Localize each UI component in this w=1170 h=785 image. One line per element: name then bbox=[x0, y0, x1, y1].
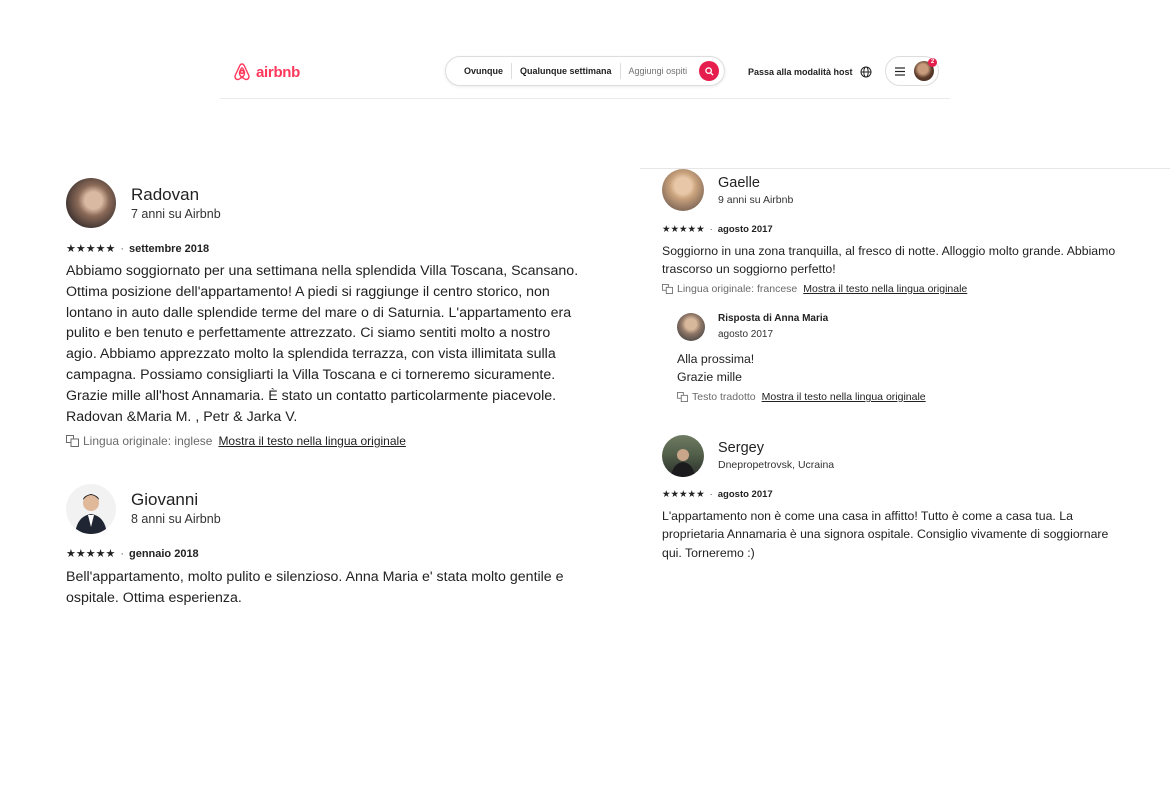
rating-stars: ★★★★★ bbox=[662, 224, 705, 235]
show-original-link[interactable]: Mostra il testo nella lingua originale bbox=[218, 434, 405, 448]
response-date: agosto 2017 bbox=[718, 329, 774, 340]
review-text-line: Grazie mille all'host Annamaria. È stato… bbox=[66, 387, 557, 404]
search-guests[interactable]: Aggiungi ospiti bbox=[621, 66, 696, 76]
review-text-line: trascorso un soggiorno perfetto! bbox=[662, 262, 836, 277]
translation-row: Lingua originale: inglese Mostra il test… bbox=[66, 434, 406, 448]
reviewer-name: Gaelle bbox=[718, 175, 760, 191]
reviewer-name: Radovan bbox=[131, 185, 200, 204]
person-icon bbox=[671, 449, 695, 477]
hamburger-icon bbox=[895, 66, 905, 76]
translated-label: Testo tradotto bbox=[692, 391, 756, 403]
column-divider bbox=[640, 168, 1170, 169]
reviewer-avatar[interactable] bbox=[66, 178, 116, 228]
search-when[interactable]: Qualunque settimana bbox=[512, 66, 620, 76]
review-text-line: lontano in auto dalle splendide terme de… bbox=[66, 304, 572, 321]
notification-badge: 2 bbox=[928, 58, 937, 67]
translate-icon bbox=[66, 435, 79, 447]
show-original-link[interactable]: Mostra il testo nella lingua originale bbox=[803, 283, 967, 295]
rating-stars: ★★★★★ bbox=[662, 489, 705, 500]
top-nav: airbnb Ovunque Qualunque settimana Aggiu… bbox=[220, 50, 950, 99]
reviewer-meta: 9 anni su Airbnb bbox=[718, 194, 794, 206]
review-text-line: Abbiamo soggiornato per una settimana ne… bbox=[66, 263, 579, 279]
original-language: Lingua originale: inglese bbox=[83, 434, 213, 448]
review-text-line: campagna. Possiamo consigliarti la Villa… bbox=[66, 366, 556, 383]
review-text: Bell'appartamento, molto pulito e silenz… bbox=[66, 567, 626, 609]
review-text: Soggiorno in una zona tranquilla, al fre… bbox=[662, 242, 1162, 279]
brand-name: airbnb bbox=[256, 63, 301, 81]
separator-dot: · bbox=[120, 243, 124, 255]
review-date: agosto 2017 bbox=[717, 489, 773, 500]
response-text-line: Alla prossima! bbox=[677, 352, 755, 366]
search-icon bbox=[704, 66, 714, 76]
translation-row: Lingua originale: francese Mostra il tes… bbox=[662, 283, 967, 295]
reviewer-meta: 8 anni su Airbnb bbox=[131, 512, 221, 526]
review-text-line: qui. Torneremo :) bbox=[662, 545, 755, 560]
translate-icon bbox=[677, 392, 688, 402]
review-text-line: ospitale. Ottima esperienza. bbox=[66, 589, 242, 606]
airbnb-logo-icon bbox=[234, 63, 250, 81]
reviewer-avatar[interactable] bbox=[662, 169, 704, 211]
separator-dot: · bbox=[120, 548, 124, 560]
search-button[interactable] bbox=[699, 61, 719, 81]
response-text-line: Grazie mille bbox=[677, 370, 742, 385]
globe-icon[interactable] bbox=[860, 65, 872, 83]
user-menu-button[interactable]: 2 bbox=[885, 56, 939, 86]
review-text: L'appartamento non è come una casa in af… bbox=[662, 507, 1162, 562]
rating-row: ★★★★★ · agosto 2017 bbox=[662, 489, 773, 500]
person-icon bbox=[75, 494, 107, 534]
review-date: settembre 2018 bbox=[128, 243, 210, 255]
translation-row: Testo tradotto Mostra il testo nella lin… bbox=[677, 391, 926, 403]
search-bar[interactable]: Ovunque Qualunque settimana Aggiungi osp… bbox=[445, 56, 725, 86]
review-text-line: proprietaria Annamaria è una signora osp… bbox=[662, 527, 1109, 542]
reviewer-name: Giovanni bbox=[131, 490, 199, 509]
show-original-link[interactable]: Mostra il testo nella lingua originale bbox=[762, 391, 926, 403]
reviewer-meta: Dnepropetrovsk, Ucraina bbox=[718, 459, 835, 471]
response-title: Risposta di Anna Maria bbox=[718, 313, 829, 324]
rating-row: ★★★★★ · agosto 2017 bbox=[662, 224, 773, 235]
review-text-line: agio. Abbiamo apprezzato molto la splend… bbox=[66, 346, 556, 363]
review-text-line: pulito e ben tenuto e perfettamente attr… bbox=[66, 325, 551, 342]
review-text-line: Bell'appartamento, molto pulito e silenz… bbox=[66, 569, 564, 585]
search-where[interactable]: Ovunque bbox=[456, 66, 511, 76]
separator-dot: · bbox=[709, 224, 713, 235]
review-text-line: L'appartamento non è come una casa in af… bbox=[662, 509, 1073, 523]
rating-row: ★★★★★ · settembre 2018 bbox=[66, 242, 209, 255]
review-date: gennaio 2018 bbox=[128, 548, 199, 560]
rating-row: ★★★★★ · gennaio 2018 bbox=[66, 547, 199, 560]
reviewer-meta: 7 anni su Airbnb bbox=[131, 207, 221, 221]
response-text: Alla prossima! Grazie mille bbox=[677, 350, 1077, 387]
review-date: agosto 2017 bbox=[717, 224, 773, 235]
rating-stars: ★★★★★ bbox=[66, 548, 116, 560]
review-text-line: Ottima posizione dell'appartamento! A pi… bbox=[66, 283, 550, 300]
review-text: Abbiamo soggiornato per una settimana ne… bbox=[66, 261, 626, 427]
reviewer-name: Sergey bbox=[718, 440, 764, 456]
review-text-line: Radovan &Maria M. , Petr & Jarka V. bbox=[66, 408, 298, 425]
reviewer-avatar[interactable] bbox=[662, 435, 704, 477]
rating-stars: ★★★★★ bbox=[66, 243, 116, 255]
reviewer-avatar[interactable] bbox=[66, 484, 116, 534]
separator-dot: · bbox=[709, 489, 713, 500]
review-text-line: Soggiorno in una zona tranquilla, al fre… bbox=[662, 244, 1116, 258]
host-avatar[interactable] bbox=[677, 313, 705, 341]
host-mode-link[interactable]: Passa alla modalità host bbox=[748, 67, 853, 77]
airbnb-logo[interactable]: airbnb bbox=[232, 62, 300, 82]
translate-icon bbox=[662, 284, 673, 294]
original-language: Lingua originale: francese bbox=[677, 283, 798, 295]
